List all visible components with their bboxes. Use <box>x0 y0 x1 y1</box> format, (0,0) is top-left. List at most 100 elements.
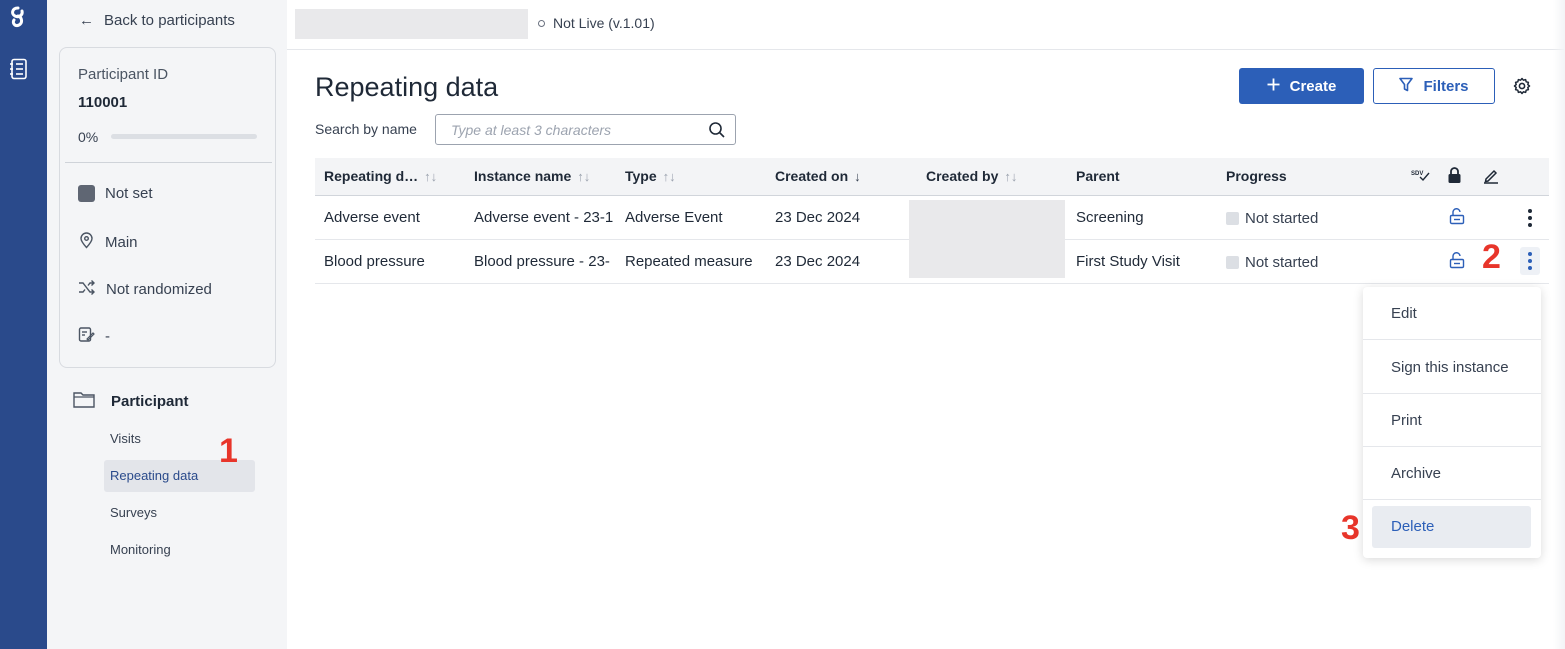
card-divider <box>65 162 272 163</box>
participant-randomization: Not randomized <box>78 279 212 300</box>
scroll-edge-shadow <box>1553 0 1565 649</box>
menu-item-delete[interactable]: Delete <box>1372 506 1531 548</box>
svg-text:SDV: SDV <box>1411 171 1423 177</box>
notebook-icon[interactable] <box>9 58 29 85</box>
participant-status-label: Not set <box>105 185 153 202</box>
column-header-parent: Parent <box>1076 168 1120 184</box>
sort-icon: ↑↓ <box>662 169 676 184</box>
sort-desc-icon: ↓ <box>854 169 861 184</box>
nav-item-monitoring[interactable]: Monitoring <box>104 534 255 566</box>
step-marker-1: 1 <box>219 432 238 470</box>
filters-button[interactable]: Filters <box>1373 68 1495 104</box>
progress-status-square <box>1226 256 1239 269</box>
location-pin-icon <box>78 232 95 253</box>
study-status: Not Live (v.1.01) <box>538 15 655 31</box>
sdv-icon: SDV <box>1411 169 1431 186</box>
menu-item-print[interactable]: Print <box>1363 394 1541 447</box>
progress-status-label: Not started <box>1245 210 1319 227</box>
filters-button-label: Filters <box>1423 77 1469 95</box>
top-bar: Not Live (v.1.01) <box>287 0 1565 50</box>
plus-icon <box>1267 78 1280 95</box>
sort-icon: ↑↓ <box>1004 169 1018 184</box>
sort-icon: ↑↓ <box>424 169 438 184</box>
menu-item-sign-instance[interactable]: Sign this instance <box>1363 341 1541 394</box>
unlock-icon[interactable] <box>1449 252 1465 274</box>
column-header-created-on[interactable]: Created on ↓ <box>775 168 861 184</box>
participant-site: Main <box>78 232 138 253</box>
row-actions-dropdown: Edit Sign this instance Print Archive De… <box>1363 287 1541 558</box>
column-label: Repeating d… <box>324 168 419 184</box>
edit-form-icon <box>78 326 95 347</box>
column-header-created-by[interactable]: Created by ↑↓ <box>926 168 1017 184</box>
sort-icon: ↑↓ <box>577 169 591 184</box>
arrow-left-icon: ← <box>79 12 94 29</box>
participant-id-label: Participant ID <box>78 66 169 83</box>
column-header-progress: Progress <box>1226 168 1287 184</box>
settings-gear-icon[interactable] <box>1512 76 1532 101</box>
cell-created-on: 23 Dec 2024 <box>775 209 861 226</box>
column-header-type[interactable]: Type ↑↓ <box>625 168 676 184</box>
progress-status-square <box>1226 212 1239 225</box>
participant-card: Participant ID 110001 0% Not set Main No… <box>59 47 276 368</box>
app-logo-icon[interactable] <box>8 6 28 27</box>
progress-status-label: Not started <box>1245 254 1319 271</box>
progress-bar <box>111 134 257 139</box>
row-actions-menu-icon[interactable] <box>1520 247 1540 275</box>
cell-progress: Not started <box>1226 254 1318 271</box>
cell-instance-name: Blood pressure - 23- <box>474 253 610 270</box>
unlock-icon[interactable] <box>1449 208 1465 230</box>
app-rail <box>0 0 47 649</box>
column-header-instance-name[interactable]: Instance name ↑↓ <box>474 168 590 184</box>
nav-item-surveys[interactable]: Surveys <box>104 497 255 529</box>
cell-parent: First Study Visit <box>1076 253 1180 270</box>
back-to-participants-link[interactable]: ← Back to participants <box>79 12 235 29</box>
cell-parent: Screening <box>1076 209 1144 226</box>
participant-form-label: - <box>105 328 110 345</box>
search-label: Search by name <box>315 121 417 137</box>
cell-created-on: 23 Dec 2024 <box>775 253 861 270</box>
page-title: Repeating data <box>315 72 499 102</box>
column-label: Created by <box>926 168 999 184</box>
menu-item-archive[interactable]: Archive <box>1363 447 1541 500</box>
cell-type: Repeated measure <box>625 253 753 270</box>
participant-section[interactable]: Participant <box>73 391 189 412</box>
step-marker-3: 3 <box>1341 509 1360 547</box>
status-square-icon <box>78 185 95 202</box>
participant-randomization-label: Not randomized <box>106 281 212 298</box>
cell-instance-name: Adverse event - 23-1 <box>474 209 614 226</box>
cell-type: Adverse Event <box>625 209 723 226</box>
column-label: Instance name <box>474 168 572 184</box>
participant-form: - <box>78 326 110 347</box>
back-link-label: Back to participants <box>104 12 235 29</box>
status-dot-icon <box>538 19 545 27</box>
search-field <box>435 114 736 145</box>
lock-icon <box>1447 167 1462 187</box>
search-input[interactable] <box>436 115 706 144</box>
participant-status: Not set <box>78 185 153 202</box>
column-header-repeating-data[interactable]: Repeating d… ↑↓ <box>324 168 437 184</box>
participant-section-label: Participant <box>111 393 189 410</box>
participant-site-label: Main <box>105 234 138 251</box>
created-by-redacted <box>909 200 1065 278</box>
shuffle-icon <box>78 279 96 300</box>
column-label: Created on <box>775 168 849 184</box>
table-header: Repeating d… ↑↓ Instance name ↑↓ Type ↑↓ Cr… <box>315 158 1549 196</box>
filter-funnel-icon <box>1399 77 1414 96</box>
create-button-label: Create <box>1289 77 1337 95</box>
progress-percent: 0% <box>78 129 99 145</box>
folder-icon <box>73 391 95 412</box>
search-icon[interactable] <box>708 121 726 144</box>
cell-repeating-data: Adverse event <box>324 209 420 226</box>
study-name-redacted <box>295 9 528 39</box>
study-status-label: Not Live (v.1.01) <box>553 15 655 31</box>
column-label: Type <box>625 168 657 184</box>
create-button[interactable]: Create <box>1239 68 1364 104</box>
cell-progress: Not started <box>1226 210 1318 227</box>
row-actions-menu-icon[interactable] <box>1520 204 1540 232</box>
menu-item-edit[interactable]: Edit <box>1363 287 1541 340</box>
participant-id-value: 110001 <box>78 94 128 111</box>
step-marker-2: 2 <box>1482 238 1501 276</box>
sign-pen-icon <box>1483 167 1499 187</box>
participant-sidebar: ← Back to participants Participant ID 11… <box>47 0 287 649</box>
cell-repeating-data: Blood pressure <box>324 253 425 270</box>
